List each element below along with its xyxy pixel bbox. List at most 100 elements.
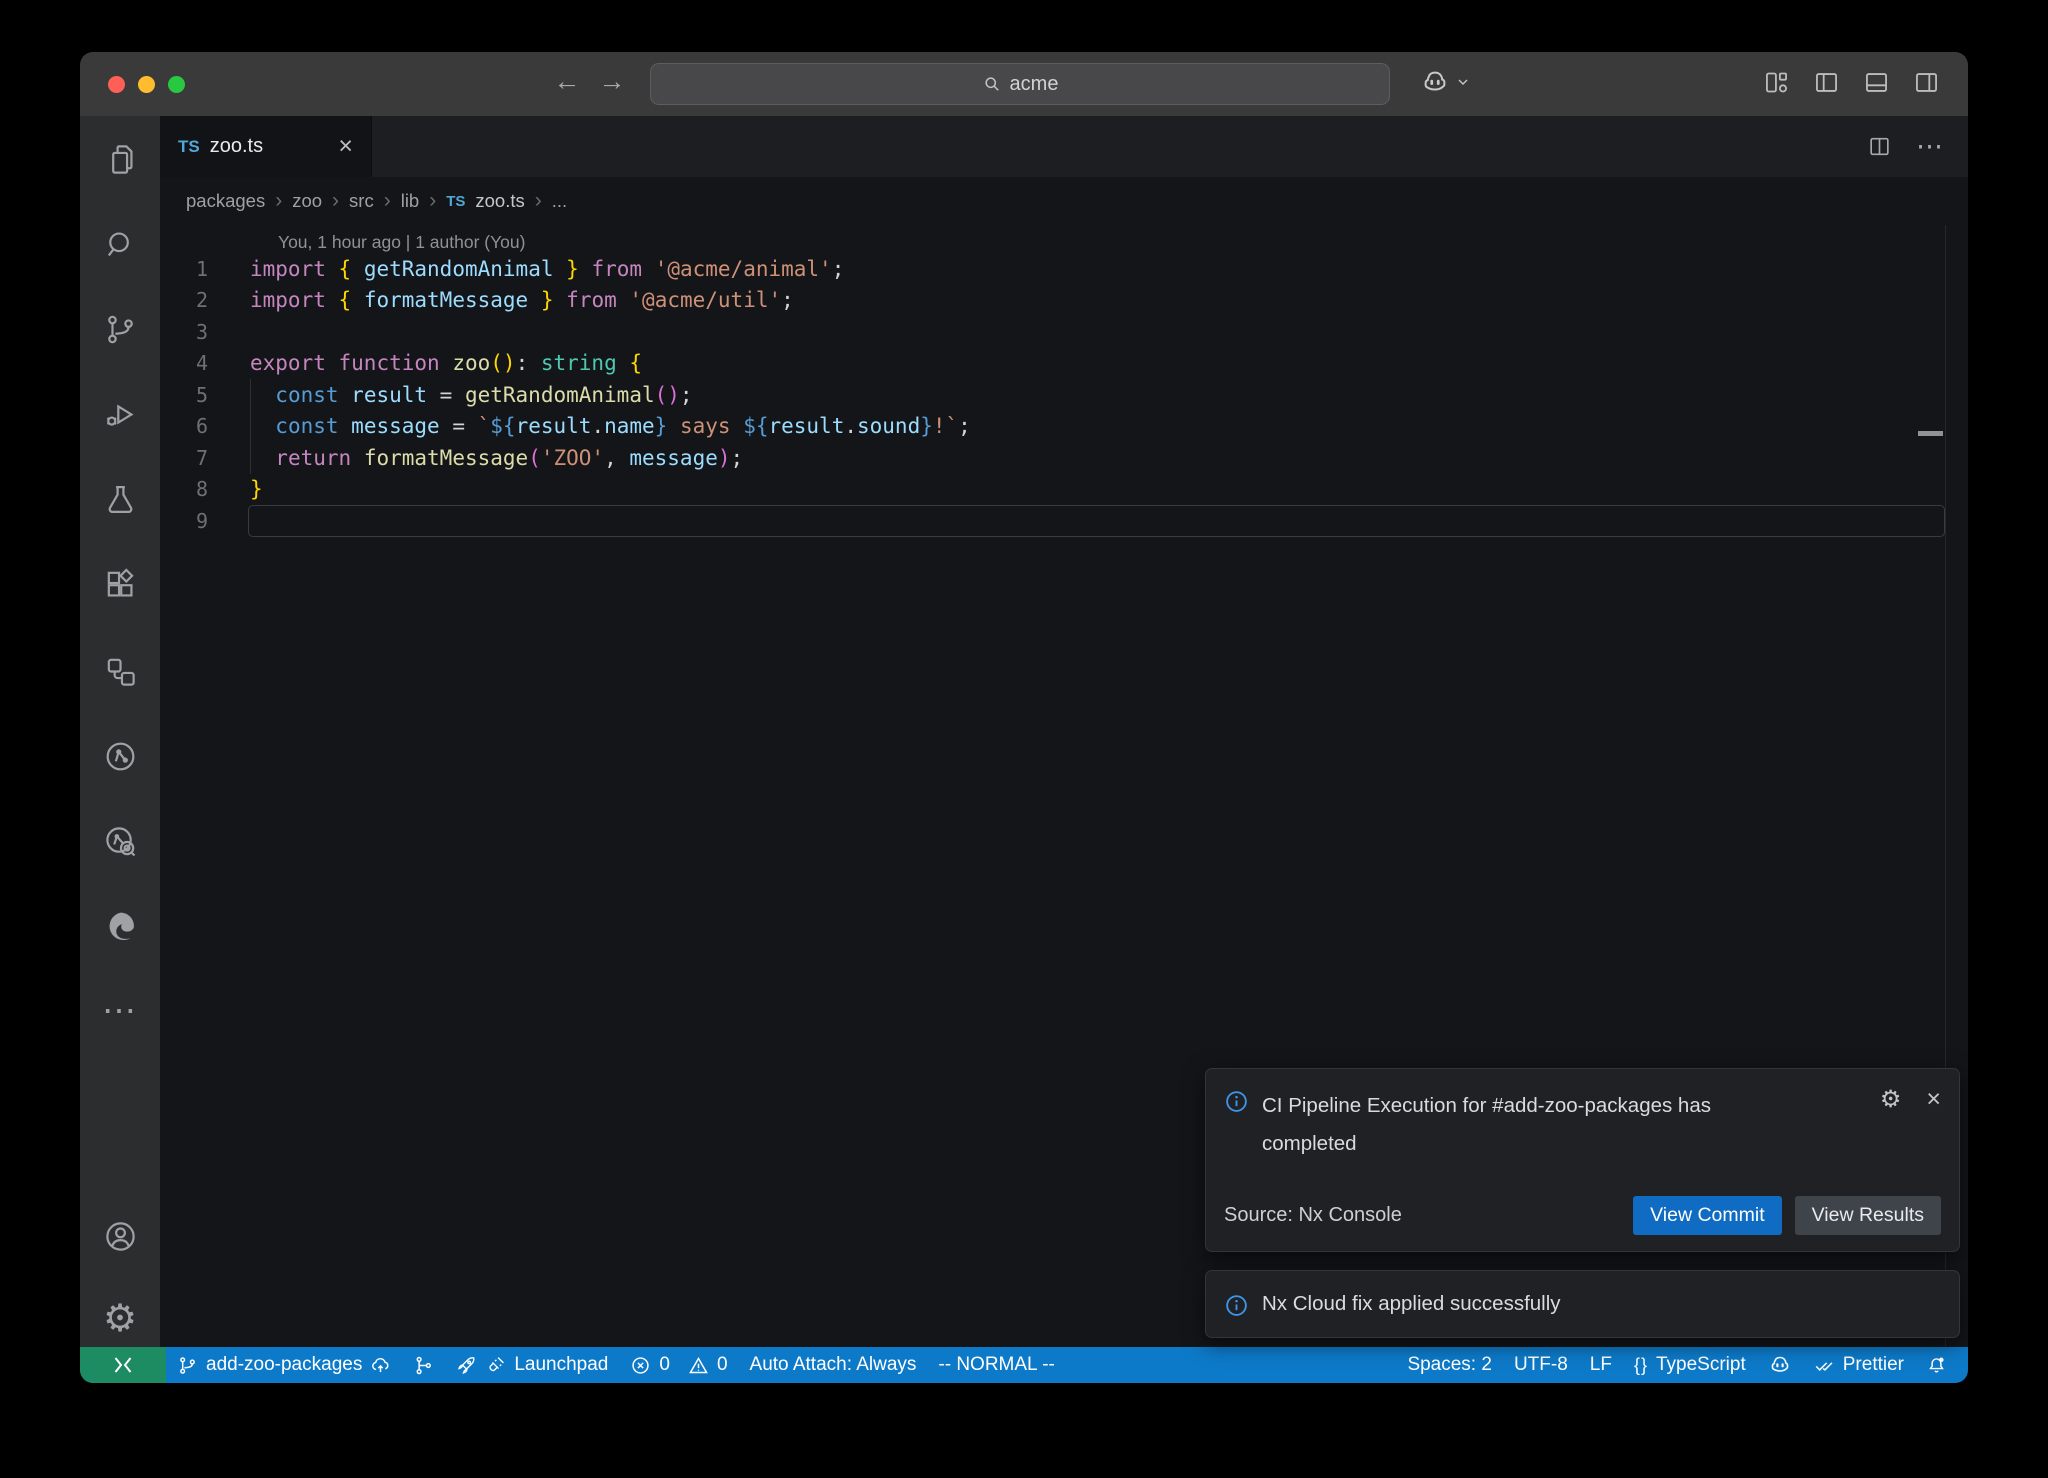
- breadcrumb-item[interactable]: packages: [186, 190, 265, 212]
- breadcrumb-separator-icon: ›: [332, 189, 339, 213]
- title-bar: ← → acme: [80, 52, 1968, 116]
- launchpad-label: Launchpad: [514, 1354, 608, 1376]
- additional-views-icon[interactable]: ⋯: [80, 971, 160, 1051]
- notification-ci-pipeline: CI Pipeline Execution for #add-zoo-packa…: [1205, 1068, 1960, 1252]
- notification-close-icon[interactable]: ×: [1926, 1085, 1941, 1114]
- status-problems[interactable]: 0 0: [619, 1347, 738, 1383]
- braces-icon: {}: [1634, 1355, 1648, 1376]
- accounts-icon[interactable]: [80, 1196, 160, 1276]
- code-line-6[interactable]: 6 const message = `${result.name} says $…: [160, 411, 1968, 443]
- error-count: 0: [659, 1354, 670, 1376]
- navigate-forward-button[interactable]: →: [595, 66, 629, 97]
- cloud-upload-icon: [370, 1355, 391, 1376]
- source-control-icon[interactable]: [80, 289, 160, 369]
- status-encoding[interactable]: UTF-8: [1503, 1347, 1579, 1383]
- testing-icon[interactable]: [80, 459, 160, 539]
- breadcrumb-item[interactable]: zoo: [292, 190, 322, 212]
- status-eol[interactable]: LF: [1579, 1347, 1623, 1383]
- status-vim-mode[interactable]: -- NORMAL --: [927, 1347, 1065, 1383]
- search-view-icon[interactable]: [80, 204, 160, 284]
- code-line-5[interactable]: 5 const result = getRandomAnimal();: [160, 379, 1968, 411]
- status-branch[interactable]: add-zoo-packages: [166, 1347, 402, 1383]
- code-line-1[interactable]: 1import { getRandomAnimal } from '@acme/…: [160, 253, 1968, 285]
- toggle-panel-icon[interactable]: [1863, 69, 1890, 96]
- remote-indicator[interactable]: [80, 1347, 166, 1383]
- status-spaces[interactable]: Spaces: 2: [1396, 1347, 1503, 1383]
- double-check-icon: [1814, 1355, 1835, 1376]
- error-icon: [630, 1355, 651, 1376]
- notification-message: Nx Cloud fix applied successfully: [1262, 1292, 1561, 1316]
- search-value: acme: [1010, 73, 1059, 96]
- info-icon: [1224, 1089, 1249, 1114]
- line-number: 8: [160, 477, 224, 501]
- status-notifications-bell[interactable]: [1915, 1347, 1958, 1383]
- close-tab-icon[interactable]: ×: [338, 134, 353, 159]
- breadcrumb-item[interactable]: lib: [401, 190, 420, 212]
- view-commit-button[interactable]: View Commit: [1633, 1196, 1782, 1235]
- editor-more-actions-icon[interactable]: ⋯: [1916, 131, 1944, 162]
- git-branch-icon: [177, 1355, 198, 1376]
- status-language[interactable]: {} TypeScript: [1623, 1347, 1757, 1383]
- extensions-icon[interactable]: [80, 544, 160, 624]
- code-line-4[interactable]: 4export function zoo(): string {: [160, 348, 1968, 380]
- customize-layout-icon[interactable]: [1763, 69, 1790, 96]
- rocket-icon: [456, 1355, 477, 1376]
- explorer-icon[interactable]: [80, 119, 160, 199]
- copilot-menu-button[interactable]: [1420, 67, 1471, 97]
- warning-count: 0: [717, 1354, 728, 1376]
- notification-settings-icon[interactable]: ⚙: [1880, 1085, 1902, 1114]
- notification-nx-cloud: Nx Cloud fix applied successfully: [1205, 1270, 1960, 1338]
- close-window-button[interactable]: [108, 76, 125, 93]
- tab-bar: TS zoo.ts × ⋯: [160, 116, 1968, 177]
- branch-label: add-zoo-packages: [206, 1354, 362, 1376]
- view-results-button[interactable]: View Results: [1795, 1196, 1941, 1235]
- tab-zoo-ts[interactable]: TS zoo.ts ×: [160, 116, 372, 177]
- breadcrumb-separator-icon: ›: [429, 189, 436, 213]
- status-auto-attach[interactable]: Auto Attach: Always: [739, 1347, 928, 1383]
- breadcrumb-overflow[interactable]: ...: [552, 190, 567, 212]
- minimize-window-button[interactable]: [138, 76, 155, 93]
- code-line-3[interactable]: 3: [160, 316, 1968, 348]
- chevron-down-icon: [1455, 74, 1471, 90]
- overview-ruler-mark: [1918, 431, 1943, 436]
- line-number: 1: [160, 257, 224, 281]
- code-lines: 1import { getRandomAnimal } from '@acme/…: [160, 253, 1968, 537]
- command-center-search[interactable]: acme: [650, 63, 1390, 105]
- activity-bar: ⋯ ⚙: [80, 116, 160, 1347]
- hierarchy-view-icon[interactable]: [80, 631, 160, 711]
- run-debug-icon[interactable]: [80, 374, 160, 454]
- code-line-2[interactable]: 2import { formatMessage } from '@acme/ut…: [160, 285, 1968, 317]
- status-launchpad[interactable]: Launchpad: [445, 1347, 619, 1383]
- line-number: 4: [160, 351, 224, 375]
- status-formatter[interactable]: Prettier: [1803, 1347, 1915, 1383]
- copilot-icon: [1420, 67, 1450, 97]
- status-copilot[interactable]: [1757, 1347, 1803, 1383]
- info-icon: [1224, 1293, 1249, 1318]
- breadcrumb: packages › zoo › src › lib › TS zoo.ts ›…: [160, 177, 1968, 225]
- split-editor-icon[interactable]: [1867, 134, 1892, 159]
- git-graph-icon: [413, 1355, 434, 1376]
- nx-project-graph-icon[interactable]: [80, 801, 160, 881]
- vscode-window: ← → acme: [80, 52, 1968, 1383]
- status-git-graph[interactable]: [402, 1347, 445, 1383]
- maximize-window-button[interactable]: [168, 76, 185, 93]
- toggle-secondary-sidebar-icon[interactable]: [1913, 69, 1940, 96]
- copilot-icon: [1768, 1353, 1792, 1377]
- toggle-sidebar-icon[interactable]: [1813, 69, 1840, 96]
- edge-browser-icon[interactable]: [80, 886, 160, 966]
- breadcrumb-separator-icon: ›: [384, 189, 391, 213]
- notification-source: Source: Nx Console: [1224, 1204, 1402, 1227]
- breadcrumb-item[interactable]: src: [349, 190, 374, 212]
- breadcrumb-file[interactable]: zoo.ts: [475, 190, 524, 212]
- typescript-file-icon: TS: [446, 193, 465, 210]
- code-line-8[interactable]: 8}: [160, 474, 1968, 506]
- line-number: 2: [160, 288, 224, 312]
- navigate-back-button[interactable]: ←: [550, 66, 584, 97]
- code-line-7[interactable]: 7 return formatMessage('ZOO', message);: [160, 442, 1968, 474]
- bell-icon: [1926, 1355, 1947, 1376]
- plug-icon: [485, 1355, 506, 1376]
- tab-label: zoo.ts: [210, 135, 263, 158]
- status-bar: add-zoo-packages Launchpad: [80, 1347, 1968, 1383]
- nx-console-icon[interactable]: [80, 716, 160, 796]
- breadcrumb-separator-icon: ›: [535, 189, 542, 213]
